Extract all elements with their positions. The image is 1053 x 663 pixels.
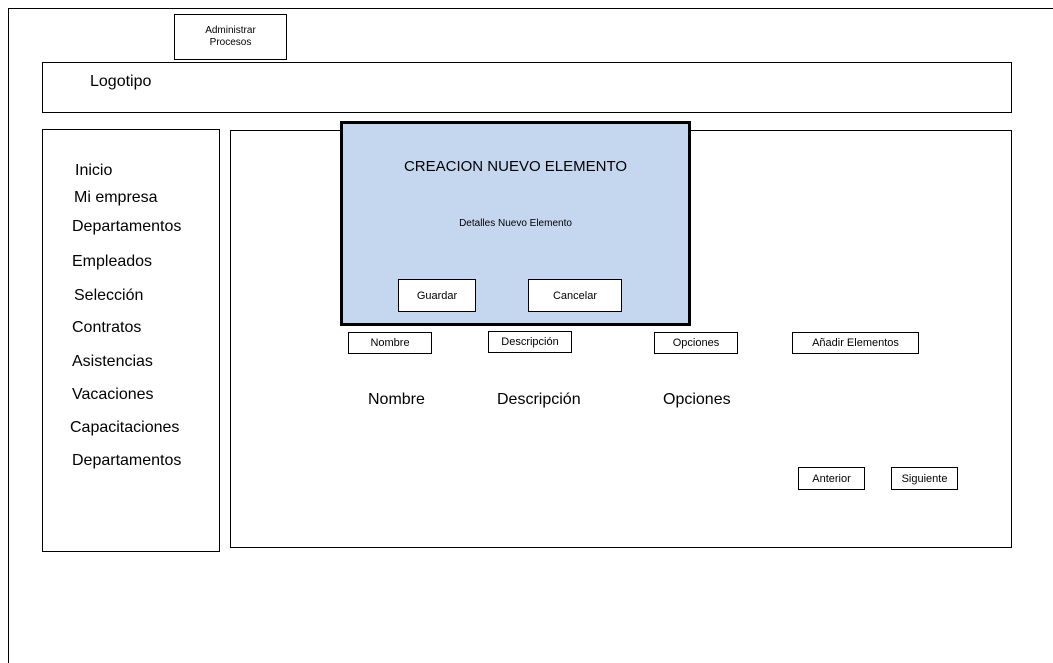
sidebar-item-mi-empresa[interactable]: Mi empresa — [74, 189, 158, 207]
column-header-descripcion: Descripción — [497, 391, 581, 408]
previous-page-button[interactable]: Anterior — [798, 467, 865, 490]
manage-processes-label-line2: Procesos — [209, 37, 252, 48]
column-header-nombre: Nombre — [368, 391, 425, 408]
nombre-button[interactable]: Nombre — [348, 332, 432, 354]
sidebar: Inicio Mi empresa Departamentos Empleado… — [42, 129, 220, 552]
modal-subtitle: Detalles Nuevo Elemento — [459, 218, 572, 229]
manage-processes-button[interactable]: Administrar Procesos — [174, 14, 287, 60]
sidebar-item-asistencias[interactable]: Asistencias — [72, 353, 153, 371]
sidebar-item-capacitaciones[interactable]: Capacitaciones — [70, 419, 179, 437]
logo-placeholder: Logotipo — [90, 73, 152, 90]
save-button[interactable]: Guardar — [398, 279, 476, 312]
sidebar-item-vacaciones[interactable]: Vacaciones — [72, 386, 154, 404]
sidebar-item-departamentos-2[interactable]: Departamentos — [72, 452, 181, 470]
next-page-button[interactable]: Siguiente — [891, 467, 958, 490]
sidebar-item-contratos[interactable]: Contratos — [72, 319, 141, 337]
add-elements-button[interactable]: Añadir Elementos — [792, 332, 919, 354]
cancel-button[interactable]: Cancelar — [528, 279, 622, 312]
sidebar-item-inicio[interactable]: Inicio — [75, 162, 112, 180]
header: Logotipo — [42, 62, 1012, 113]
descripcion-button[interactable]: Descripción — [488, 331, 572, 353]
manage-processes-label-line1: Administrar — [205, 25, 256, 36]
column-header-opciones: Opciones — [663, 391, 731, 408]
opciones-button[interactable]: Opciones — [654, 332, 738, 354]
sidebar-item-departamentos[interactable]: Departamentos — [72, 218, 181, 236]
modal-title: CREACION NUEVO ELEMENTO — [403, 158, 628, 175]
create-element-modal: CREACION NUEVO ELEMENTO Detalles Nuevo E… — [340, 121, 691, 326]
sidebar-item-empleados[interactable]: Empleados — [72, 253, 152, 271]
sidebar-item-seleccion[interactable]: Selección — [74, 287, 143, 305]
